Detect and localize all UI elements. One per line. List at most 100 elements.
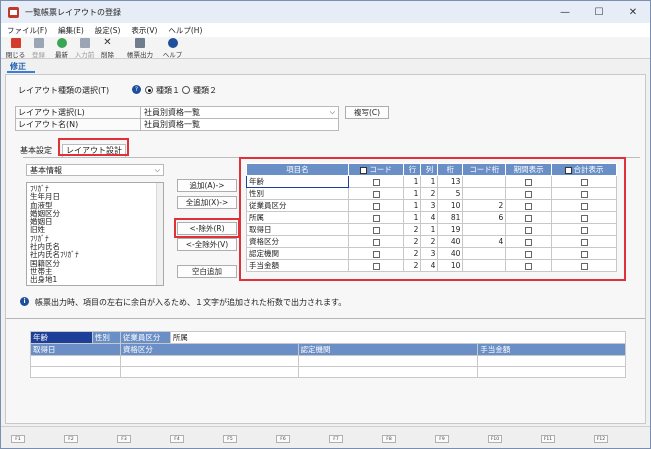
period-checkbox[interactable] — [525, 250, 533, 258]
cell-col[interactable]: 2 — [420, 235, 439, 248]
cell-code-digits[interactable] — [462, 223, 507, 236]
code-checkbox[interactable] — [372, 250, 380, 258]
f9-key[interactable]: F9 — [435, 435, 449, 443]
cell-col[interactable]: 1 — [420, 175, 439, 188]
layout-grid[interactable]: 項目名 コード 行 列 桁 コード桁 期間表示 合計表示 年齢 1 1 13 性 — [246, 163, 617, 272]
menu-help[interactable]: ヘルプ(H) — [168, 25, 202, 36]
total-checkbox[interactable] — [580, 226, 588, 234]
help-icon[interactable]: ? — [132, 85, 141, 94]
code-all-checkbox[interactable] — [360, 166, 368, 174]
f4-key[interactable]: F4 — [170, 435, 184, 443]
cell-row[interactable]: 2 — [403, 223, 422, 236]
period-checkbox[interactable] — [525, 214, 533, 222]
add-button[interactable]: 追加(A)-> — [177, 179, 237, 192]
f2-key[interactable]: F2 — [64, 435, 78, 443]
list-item[interactable]: 出身地1 — [27, 275, 163, 284]
copy-button[interactable]: 複写(C) — [345, 106, 389, 119]
menu-settings[interactable]: 設定(S) — [95, 25, 121, 36]
cell-col[interactable]: 4 — [420, 259, 439, 272]
code-checkbox[interactable] — [372, 202, 380, 210]
cell-name[interactable]: 所属 — [246, 211, 349, 224]
close-window-button[interactable]: ✕ — [616, 1, 650, 23]
refresh-button[interactable]: 最新 — [50, 37, 73, 59]
cell-code-digits[interactable] — [462, 259, 507, 272]
cell-digits[interactable]: 5 — [437, 187, 464, 200]
code-checkbox[interactable] — [372, 238, 380, 246]
remove-button[interactable]: <-除外(R) — [177, 222, 237, 235]
total-checkbox[interactable] — [580, 202, 588, 210]
table-row[interactable]: 年齢 1 1 13 — [246, 175, 617, 188]
register-button[interactable]: 登録 — [27, 37, 50, 59]
delete-button[interactable]: ✕ 削除 — [96, 37, 119, 60]
cell-digits[interactable]: 40 — [437, 235, 464, 248]
menu-edit[interactable]: 編集(E) — [58, 25, 84, 36]
list-scrollbar[interactable] — [156, 183, 163, 285]
cell-code-digits[interactable] — [462, 187, 507, 200]
cell-name[interactable]: 年齢 — [246, 175, 349, 188]
cell-name[interactable]: 性別 — [246, 187, 349, 200]
cell-name[interactable]: 資格区分 — [246, 235, 349, 248]
f7-key[interactable]: F7 — [329, 435, 343, 443]
cell-col[interactable]: 4 — [420, 211, 439, 224]
remove-all-button[interactable]: <-全除外(V) — [177, 238, 237, 251]
cell-code-digits[interactable]: 4 — [462, 235, 507, 248]
help-button[interactable]: ヘルプ — [161, 37, 184, 59]
cell-digits[interactable]: 19 — [437, 223, 464, 236]
cell-name[interactable]: 認定機関 — [246, 247, 349, 260]
cell-code-digits[interactable] — [462, 247, 507, 260]
cell-row[interactable]: 1 — [403, 211, 422, 224]
code-checkbox[interactable] — [372, 226, 380, 234]
period-checkbox[interactable] — [525, 238, 533, 246]
tab-basic-settings[interactable]: 基本設定 — [20, 145, 52, 156]
code-checkbox[interactable] — [372, 214, 380, 222]
cell-row[interactable]: 2 — [403, 247, 422, 260]
total-checkbox[interactable] — [580, 262, 588, 270]
f8-key[interactable]: F8 — [382, 435, 396, 443]
type2-radio[interactable] — [182, 86, 190, 94]
cell-name[interactable]: 取得日 — [246, 223, 349, 236]
table-row[interactable]: 認定機関 2 3 40 — [246, 247, 617, 260]
code-checkbox[interactable] — [372, 190, 380, 198]
close-button[interactable]: 閉じる — [4, 37, 27, 59]
maximize-button[interactable]: ☐ — [582, 1, 616, 23]
cell-col[interactable]: 3 — [420, 199, 439, 212]
code-checkbox[interactable] — [372, 178, 380, 186]
field-listbox[interactable]: ﾌﾘｶﾞﾅ 生年月日 血液型 婚姻区分 婚姻日 旧姓 ﾌﾘｶﾞﾅ 社内氏名 社内… — [26, 182, 164, 286]
cell-row[interactable]: 1 — [403, 175, 422, 188]
cell-name[interactable]: 従業員区分 — [246, 199, 349, 212]
period-checkbox[interactable] — [525, 202, 533, 210]
cell-digits[interactable]: 10 — [437, 199, 464, 212]
cell-name[interactable]: 手当金額 — [246, 259, 349, 272]
cell-col[interactable]: 2 — [420, 187, 439, 200]
cell-digits[interactable]: 81 — [437, 211, 464, 224]
f12-key[interactable]: F12 — [594, 435, 608, 443]
add-all-button[interactable]: 全追加(X)-> — [177, 196, 237, 209]
cell-row[interactable]: 1 — [403, 187, 422, 200]
cell-col[interactable]: 1 — [420, 223, 439, 236]
f1-key[interactable]: F1 — [11, 435, 25, 443]
table-row[interactable]: 手当金額 2 4 10 — [246, 259, 617, 272]
tab-layout-design[interactable]: レイアウト設計 — [62, 144, 126, 157]
cell-code-digits[interactable] — [462, 175, 507, 188]
f6-key[interactable]: F6 — [276, 435, 290, 443]
menu-file[interactable]: ファイル(F) — [7, 25, 47, 36]
table-row[interactable]: 資格区分 2 2 40 4 — [246, 235, 617, 248]
print-button[interactable]: 帳票出力 — [119, 37, 161, 59]
cell-row[interactable]: 2 — [403, 259, 422, 272]
menu-view[interactable]: 表示(V) — [131, 25, 157, 36]
total-checkbox[interactable] — [580, 178, 588, 186]
cell-code-digits[interactable]: 6 — [462, 211, 507, 224]
total-checkbox[interactable] — [580, 214, 588, 222]
period-checkbox[interactable] — [525, 226, 533, 234]
total-checkbox[interactable] — [580, 238, 588, 246]
cell-digits[interactable]: 13 — [437, 175, 464, 188]
code-checkbox[interactable] — [372, 262, 380, 270]
table-row[interactable]: 従業員区分 1 3 10 2 — [246, 199, 617, 212]
f11-key[interactable]: F11 — [541, 435, 555, 443]
f5-key[interactable]: F5 — [223, 435, 237, 443]
f10-key[interactable]: F10 — [488, 435, 502, 443]
period-checkbox[interactable] — [525, 190, 533, 198]
tab-modify[interactable]: 修正 — [7, 61, 35, 73]
cell-digits[interactable]: 10 — [437, 259, 464, 272]
cell-digits[interactable]: 40 — [437, 247, 464, 260]
